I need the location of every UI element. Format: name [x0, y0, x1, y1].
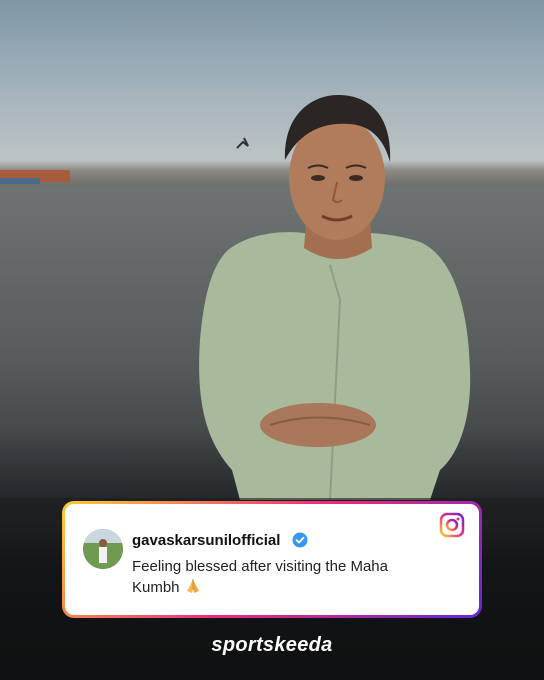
instagram-post-card: gavaskarsunilofficial Feeling blessed af… [62, 501, 482, 618]
post-caption: Feeling blessed after visiting the Maha … [132, 556, 432, 598]
folded-hands-icon [186, 579, 199, 593]
person-photo [0, 94, 544, 520]
avatar-figure-icon [83, 529, 123, 569]
verified-badge-icon [292, 532, 308, 548]
avatar[interactable] [83, 529, 123, 569]
username[interactable]: gavaskarsunilofficial [132, 532, 280, 549]
instagram-icon[interactable] [439, 512, 465, 538]
post-canvas: gavaskarsunilofficial Feeling blessed af… [0, 0, 544, 680]
sportskeeda-logo: sportskeeda [211, 634, 333, 656]
caption-text: Feeling blessed after visiting the Maha … [132, 558, 388, 596]
